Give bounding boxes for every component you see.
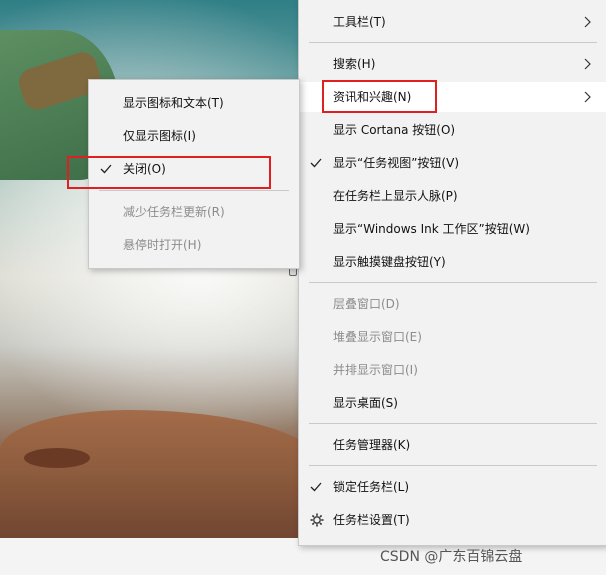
menu-item-show-desktop[interactable]: 显示桌面(S): [299, 388, 606, 418]
menu-item-label: 减少任务栏更新(R): [123, 205, 225, 219]
menu-item-label: 任务管理器(K): [333, 438, 411, 452]
menu-item-show-cortana[interactable]: 显示 Cortana 按钮(O): [299, 115, 606, 145]
annotation-highlight-news: [322, 80, 437, 113]
menu-item-label: 悬停时打开(H): [123, 238, 202, 252]
menu-item-toolbars[interactable]: 工具栏(T): [299, 7, 606, 37]
menu-item-show-people[interactable]: 在任务栏上显示人脉(P): [299, 181, 606, 211]
wallpaper-rock-hole: [24, 448, 90, 468]
menu-item-stack-windows: 堆叠显示窗口(E): [299, 322, 606, 352]
menu-item-label: 显示“任务视图”按钮(V): [333, 156, 460, 170]
menu-item-show-windows-ink[interactable]: 显示“Windows Ink 工作区”按钮(W): [299, 214, 606, 244]
chevron-right-icon: [579, 82, 597, 112]
submenu-item-reduce-updates: 减少任务栏更新(R): [89, 197, 299, 227]
menu-divider: [309, 282, 597, 283]
menu-item-task-manager[interactable]: 任务管理器(K): [299, 430, 606, 460]
menu-item-label: 层叠窗口(D): [333, 297, 400, 311]
menu-item-taskbar-settings[interactable]: 任务栏设置(T): [299, 505, 606, 535]
menu-item-label: 显示图标和文本(T): [123, 96, 224, 110]
menu-item-label: 工具栏(T): [333, 15, 386, 29]
menu-item-label: 搜索(H): [333, 57, 376, 71]
menu-item-label: 锁定任务栏(L): [333, 480, 410, 494]
menu-item-label: 任务栏设置(T): [333, 513, 410, 527]
watermark-text: CSDN @广东百锦云盘: [380, 549, 523, 565]
menu-item-label: 显示 Cortana 按钮(O): [333, 123, 456, 137]
menu-divider: [309, 465, 597, 466]
chevron-right-icon: [579, 49, 597, 79]
menu-item-show-task-view[interactable]: 显示“任务视图”按钮(V): [299, 148, 606, 178]
annotation-highlight-off: [67, 156, 271, 189]
menu-divider: [309, 42, 597, 43]
menu-item-label: 堆叠显示窗口(E): [333, 330, 422, 344]
submenu-item-open-on-hover: 悬停时打开(H): [89, 230, 299, 260]
submenu-item-show-icon-and-text[interactable]: 显示图标和文本(T): [89, 88, 299, 118]
checkmark-icon: [309, 148, 323, 178]
menu-item-label: 显示触摸键盘按钮(Y): [333, 255, 446, 269]
menu-item-label: 仅显示图标(I): [123, 129, 196, 143]
menu-item-search[interactable]: 搜索(H): [299, 49, 606, 79]
wallpaper-rock: [0, 410, 320, 545]
menu-divider: [99, 190, 289, 191]
menu-item-lock-taskbar[interactable]: 锁定任务栏(L): [299, 472, 606, 502]
gear-icon: [309, 505, 325, 535]
menu-item-label: 在任务栏上显示人脉(P): [333, 189, 458, 203]
menu-item-show-touch-keyboard[interactable]: 显示触摸键盘按钮(Y): [299, 247, 606, 277]
checkmark-icon: [309, 472, 323, 502]
menu-item-label: 显示桌面(S): [333, 396, 398, 410]
menu-divider: [309, 423, 597, 424]
menu-item-cascade-windows: 层叠窗口(D): [299, 289, 606, 319]
menu-item-label: 并排显示窗口(I): [333, 363, 418, 377]
chevron-right-icon: [579, 7, 597, 37]
menu-item-label: 显示“Windows Ink 工作区”按钮(W): [333, 222, 530, 236]
menu-item-side-by-side-windows: 并排显示窗口(I): [299, 355, 606, 385]
submenu-item-show-icon-only[interactable]: 仅显示图标(I): [89, 121, 299, 151]
